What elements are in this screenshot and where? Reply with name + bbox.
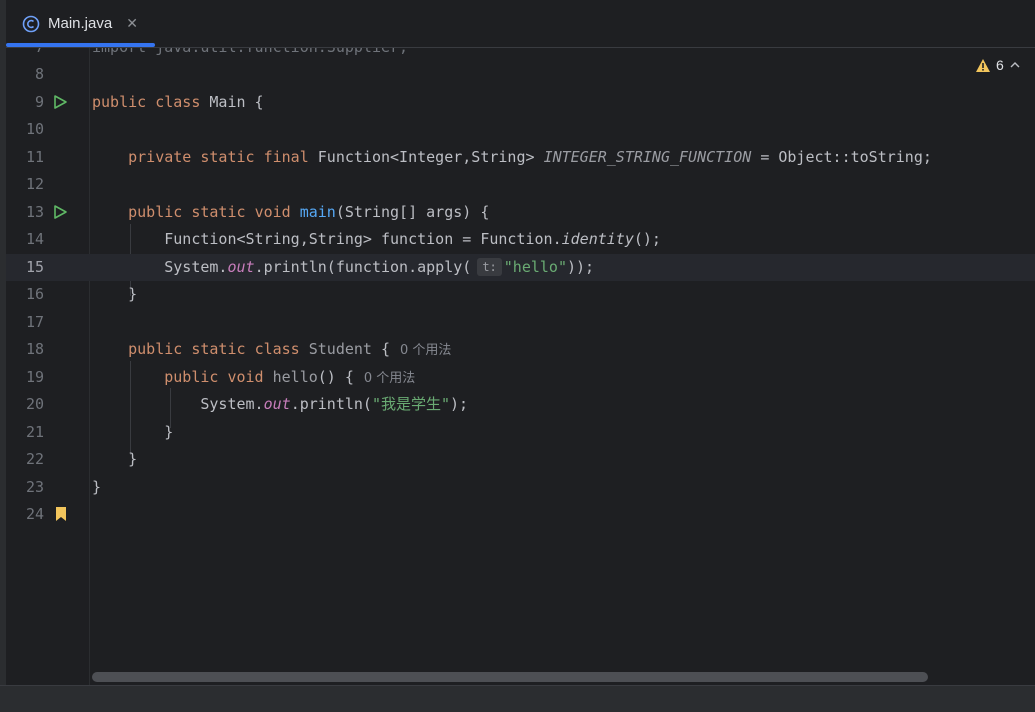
line-number: 13 (25, 203, 44, 221)
code-text: System.out.println("我是学生"); (200, 395, 469, 413)
code-line: 10 (6, 116, 1035, 143)
code-line: 17 (6, 309, 1035, 336)
code-line: 14 Function<String,String> function = Fu… (6, 226, 1035, 253)
line-number: 9 (34, 93, 44, 111)
line-number: 21 (25, 423, 44, 441)
line-number: 8 (34, 65, 44, 83)
line-number: 12 (25, 175, 44, 193)
parameter-hint: t: (477, 258, 502, 276)
code-text: import java.util.function.Supplier; (92, 48, 408, 61)
line-number: 15 (25, 258, 44, 276)
code-line: 24 (6, 501, 1035, 528)
editor-tab-bar: Main.java ✕ (6, 0, 1035, 48)
line-number: 17 (25, 313, 44, 331)
line-number: 20 (25, 395, 44, 413)
code-line: 21 } (6, 419, 1035, 446)
code-line: 22 } (6, 446, 1035, 473)
run-icon[interactable] (52, 204, 68, 220)
close-icon[interactable]: ✕ (126, 15, 138, 32)
code-text: Function<String,String> function = Funct… (164, 230, 661, 248)
code-text: } (128, 450, 138, 468)
code-line: 23 } (6, 474, 1035, 501)
line-number: 23 (25, 478, 44, 496)
code-line: 13 public static void main(String[] args… (6, 199, 1035, 226)
code-line: 18 public static class Student {0 个用法 (6, 336, 1035, 363)
code-line-current: 15 System.out.println(function.apply(t: "… (6, 254, 1035, 281)
line-number: 14 (25, 230, 44, 248)
line-number: 24 (25, 505, 44, 523)
code-text: System.out.println(function.apply(t: "hel… (164, 258, 595, 276)
line-number: 19 (25, 368, 44, 386)
tab-label: Main.java (48, 15, 113, 32)
line-number: 16 (25, 285, 44, 303)
code-line: 12 (6, 171, 1035, 198)
code-text: private static final Function<Integer,St… (128, 148, 932, 166)
bookmark-icon[interactable] (55, 506, 67, 522)
code-line: 9 public class Main { (6, 89, 1035, 116)
code-text: } (164, 423, 174, 441)
code-line: 20 System.out.println("我是学生"); (6, 391, 1035, 418)
tab-main-java[interactable]: Main.java ✕ (6, 0, 155, 47)
code-line: 8 (6, 61, 1035, 88)
java-class-icon (22, 15, 40, 32)
code-line: 16 } (6, 281, 1035, 308)
run-icon[interactable] (52, 94, 68, 110)
code-text: public static class Student {0 个用法 (128, 340, 452, 358)
line-number: 22 (25, 450, 44, 468)
line-number: 18 (25, 340, 44, 358)
code-line: 7 import java.util.function.Supplier; (6, 48, 1035, 61)
horizontal-scrollbar[interactable] (92, 672, 928, 682)
usage-hint: 0 个用法 (400, 343, 452, 358)
line-number: 10 (25, 120, 44, 138)
code-text: public static void main(String[] args) { (128, 203, 490, 221)
code-text: public class Main { (92, 93, 264, 111)
line-number: 11 (25, 148, 44, 166)
code-line: 11 private static final Function<Integer… (6, 144, 1035, 171)
active-tab-indicator (6, 43, 155, 47)
code-editor[interactable]: 6 7 import java.util.function.Supplier; … (6, 48, 1035, 685)
usage-hint: 0 个用法 (363, 371, 416, 386)
code-line: 19 public void hello() {0 个用法 (6, 364, 1035, 391)
code-text: } (128, 285, 138, 303)
code-text: public void hello() {0 个用法 (164, 368, 416, 386)
status-bar (0, 685, 1035, 712)
code-text: } (92, 478, 102, 496)
line-number: 7 (6, 48, 44, 61)
